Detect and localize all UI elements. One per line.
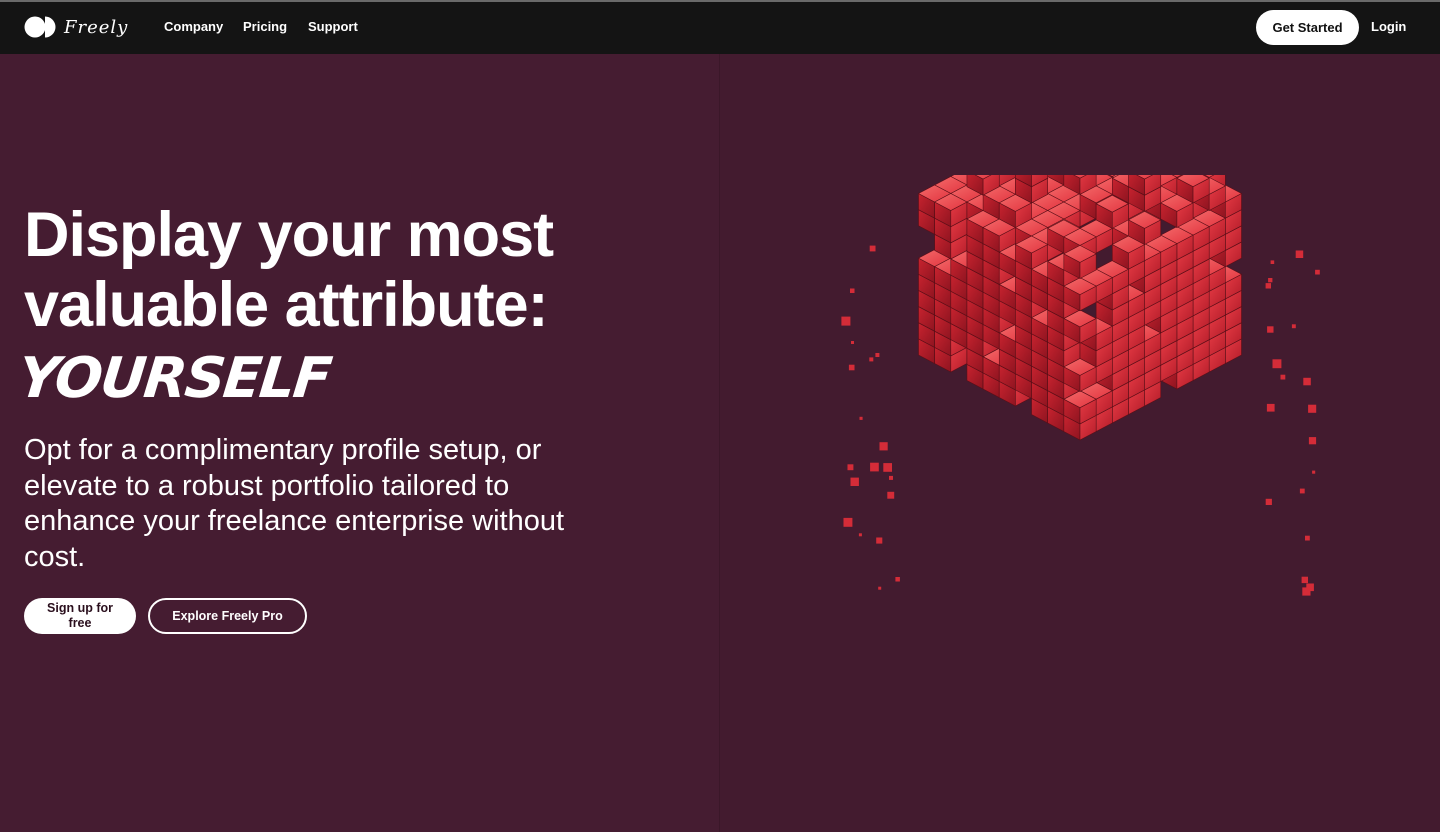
brand-logo[interactable]: Freely xyxy=(24,15,134,41)
nav-link-support[interactable]: Support xyxy=(308,19,358,34)
floating-voxel-particle xyxy=(1308,404,1317,413)
floating-voxel-particle xyxy=(841,316,851,326)
floating-voxel-particle xyxy=(1270,260,1275,264)
voxel-cube-group xyxy=(841,175,1320,596)
floating-voxel-particle xyxy=(1266,403,1275,412)
hero-headline-line-2: valuable attribute: xyxy=(24,270,549,340)
floating-voxel-particle xyxy=(850,477,859,486)
floating-voxel-particle xyxy=(889,475,893,480)
floating-voxel-particle xyxy=(1308,437,1317,445)
floating-voxel-particle xyxy=(869,245,876,252)
floating-voxel-particle xyxy=(1265,283,1271,289)
panel-divider xyxy=(719,54,720,832)
floating-voxel-particle xyxy=(1291,324,1296,329)
floating-voxel-particle xyxy=(879,442,888,451)
login-link[interactable]: Login xyxy=(1371,19,1406,34)
floating-voxel-particle xyxy=(895,577,900,582)
sign-up-free-button[interactable]: Sign up for free xyxy=(24,598,136,634)
floating-voxel-particle xyxy=(1295,250,1304,258)
floating-voxel-particle xyxy=(878,586,882,590)
nav-link-pricing[interactable]: Pricing xyxy=(243,19,287,34)
floating-voxel-particle xyxy=(843,517,853,527)
get-started-button[interactable]: Get Started xyxy=(1256,10,1359,45)
floating-voxel-particle xyxy=(848,364,855,371)
floating-voxel-particle xyxy=(858,533,862,537)
floating-voxel-particle xyxy=(883,463,892,472)
floating-voxel-particle xyxy=(1303,377,1311,386)
floating-voxel-particle xyxy=(1280,374,1286,380)
floating-voxel-particle xyxy=(1299,488,1305,494)
voxel-cube-illustration xyxy=(841,175,1320,596)
floating-voxel-particle xyxy=(847,464,854,471)
logo-mark-icon xyxy=(24,16,56,38)
hero-script-word: YOURSELF xyxy=(20,346,335,411)
floating-voxel-particle xyxy=(850,288,855,293)
floating-voxel-particle xyxy=(1312,470,1316,474)
nav-link-company[interactable]: Company xyxy=(164,19,223,34)
floating-voxel-particle xyxy=(1272,359,1282,369)
floating-voxel-particle xyxy=(1267,326,1274,333)
floating-voxel-particle xyxy=(876,537,883,544)
hero-headline-line-1: Display your most xyxy=(24,200,554,270)
brand-name: Freely xyxy=(64,17,129,38)
floating-voxel-particle xyxy=(859,416,863,420)
floating-voxel-particle xyxy=(887,491,895,499)
floating-voxel-particle xyxy=(869,357,874,362)
hero-subtext: Opt for a complimentary profile setup, o… xyxy=(24,434,565,573)
floating-voxel-particle xyxy=(1302,587,1311,596)
floating-voxel-particle xyxy=(1265,498,1272,505)
floating-voxel-particle xyxy=(1315,269,1320,275)
floating-voxel-particle xyxy=(1301,576,1308,584)
floating-voxel-particle xyxy=(1305,535,1310,541)
hero-headline: Display your most valuable attribute: xyxy=(24,200,554,340)
floating-voxel-particle xyxy=(875,353,880,357)
explore-freely-pro-button[interactable]: Explore Freely Pro xyxy=(148,598,307,634)
floating-voxel-particle xyxy=(1268,278,1273,283)
top-nav: Freely Company Pricing Support Get Start… xyxy=(0,2,1440,54)
floating-voxel-particle xyxy=(870,462,879,472)
floating-voxel-particle xyxy=(851,341,854,344)
script-word-text: YOURSELF xyxy=(20,346,335,411)
